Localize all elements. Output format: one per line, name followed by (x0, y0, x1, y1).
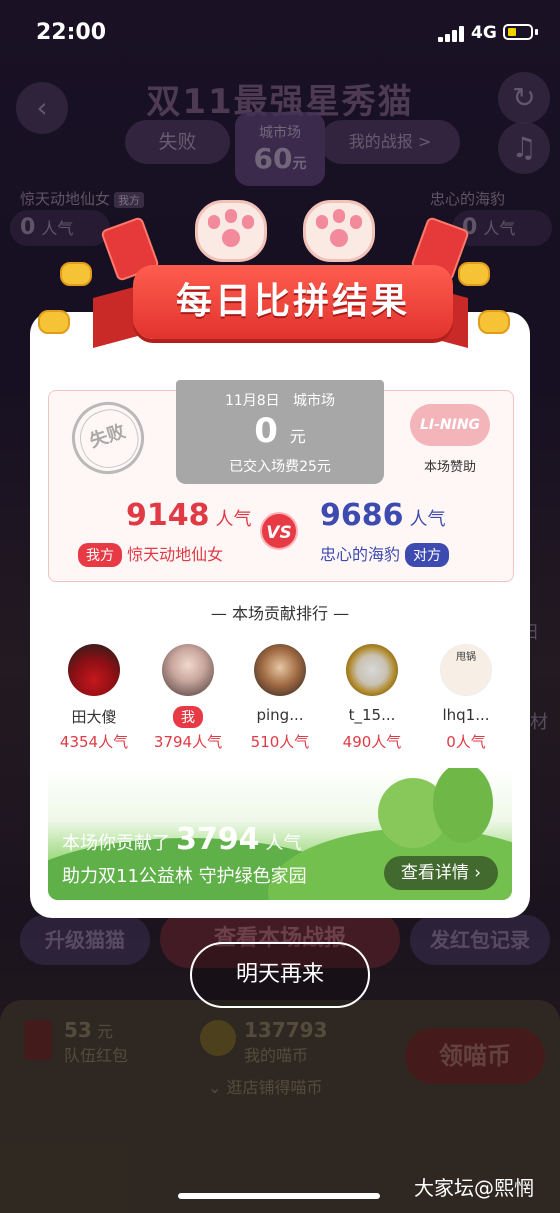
opponent-team: 忠心的海豹 对方 (320, 541, 450, 567)
gold-coin-decoration (478, 310, 510, 334)
vs-icon: VS (260, 512, 298, 550)
network-type: 4G (471, 23, 497, 43)
battery-icon (503, 24, 533, 40)
contributor-name: 田大傻 (71, 708, 117, 726)
contributor-popularity: 490人气 (342, 733, 402, 751)
gold-coin-decoration (60, 262, 92, 286)
my-team: 我方 惊天动地仙女 (78, 541, 223, 567)
contributor-name: t_15... (348, 706, 396, 724)
come-back-tomorrow-button[interactable]: 明天再来 (190, 942, 370, 1008)
view-details-button[interactable]: 查看详情 › (384, 856, 498, 890)
home-indicator[interactable] (178, 1193, 380, 1199)
sponsor-logo[interactable]: LI-NING (410, 404, 490, 446)
promo-contribution: 本场你贡献了 3794 人气 (62, 822, 302, 857)
clock: 22:00 (36, 20, 107, 45)
status-bar: 22:00 4G (0, 0, 560, 70)
avatar[interactable] (254, 644, 306, 696)
gold-coin-decoration (458, 262, 490, 286)
battery-tip (535, 29, 538, 35)
prize-panel: 11月8日 城市场 0 元 已交入场费25元 (176, 380, 384, 484)
opponent-team-name: 忠心的海豹 (320, 545, 401, 564)
contributor-name-me: 我 (143, 706, 233, 728)
title-banner: 每日比拼结果 (38, 200, 522, 360)
my-score: 9148 人气 (126, 498, 252, 533)
contributor-popularity: 3794人气 (153, 733, 223, 751)
my-team-name: 惊天动地仙女 (127, 545, 224, 564)
avatar[interactable] (162, 644, 214, 696)
dialog-title: 每日比拼结果 (175, 281, 410, 322)
sponsor-label: 本场赞助 (423, 460, 476, 475)
contributor-popularity: 4354人气 (59, 733, 129, 751)
opponent-team-tag: 对方 (405, 543, 450, 567)
tree-icon (433, 768, 493, 843)
opponent-score: 9686 人气 (320, 498, 446, 533)
cat-paw-icon (303, 200, 375, 262)
contributor-name: lhq1... (442, 706, 490, 724)
avatar-caption: 甩锅 (456, 652, 476, 663)
prize-amount: 0 元 (254, 411, 306, 451)
match-date: 11月8日 城市场 (224, 393, 336, 409)
contributor-popularity: 510人气 (250, 733, 310, 751)
contribution-ranking-title: — 本场贡献排行 — (210, 604, 350, 623)
promo-slogan: 助力双11公益林 守护绿色家园 (62, 866, 307, 887)
gold-coin-decoration (38, 310, 70, 334)
signal-icon (438, 26, 468, 42)
avatar[interactable] (68, 644, 120, 696)
watermark: 大家坛@熙惘 (414, 1176, 534, 1200)
my-team-tag: 我方 (78, 543, 122, 567)
contributor-name: ping... (256, 706, 304, 724)
contributor-popularity: 0人气 (446, 733, 486, 751)
entry-fee-text: 已交入场费25元 (229, 459, 331, 475)
cat-paw-icon (195, 200, 267, 262)
avatar[interactable] (346, 644, 398, 696)
avatar[interactable]: 甩锅 (440, 644, 492, 696)
